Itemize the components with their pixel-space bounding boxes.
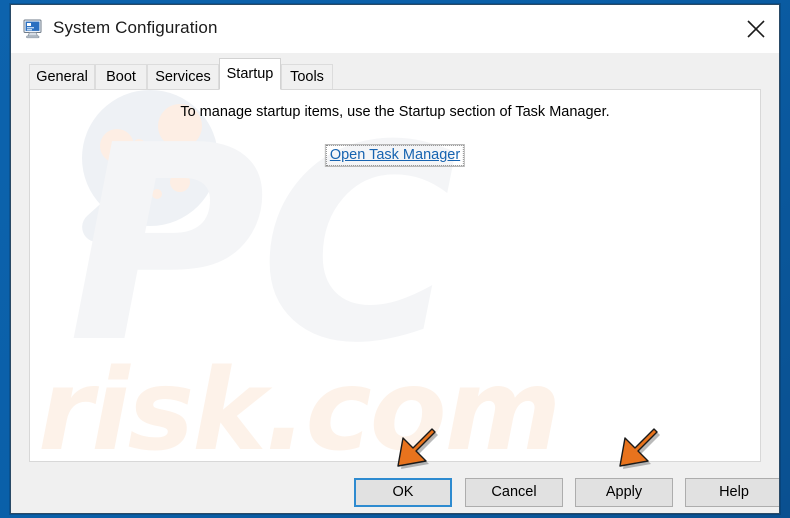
watermark-brand-bottom: risk.com — [38, 346, 561, 461]
tab-general[interactable]: General — [29, 64, 95, 90]
tab-services[interactable]: Services — [147, 64, 219, 90]
dialog-button-bar: OK Cancel Apply Help — [11, 467, 779, 513]
tab-startup[interactable]: Startup — [219, 58, 281, 90]
system-configuration-icon — [23, 19, 45, 39]
open-task-manager-link[interactable]: Open Task Manager — [324, 144, 466, 167]
tab-boot[interactable]: Boot — [95, 64, 147, 90]
system-configuration-window: System Configuration General Boot Servic… — [10, 4, 780, 514]
help-button[interactable]: Help — [685, 478, 779, 507]
ok-button[interactable]: OK — [354, 478, 452, 507]
tab-strip: General Boot Services Startup Tools — [11, 53, 779, 90]
cancel-button[interactable]: Cancel — [465, 478, 563, 507]
apply-button[interactable]: Apply — [575, 478, 673, 507]
title-bar[interactable]: System Configuration — [11, 5, 779, 53]
startup-tab-panel: PC risk.com To manage startup items, use… — [29, 89, 761, 462]
startup-info-text: To manage startup items, use the Startup… — [180, 104, 610, 120]
window-title: System Configuration — [53, 18, 218, 37]
tab-tools[interactable]: Tools — [281, 64, 333, 90]
close-icon[interactable] — [733, 5, 779, 51]
